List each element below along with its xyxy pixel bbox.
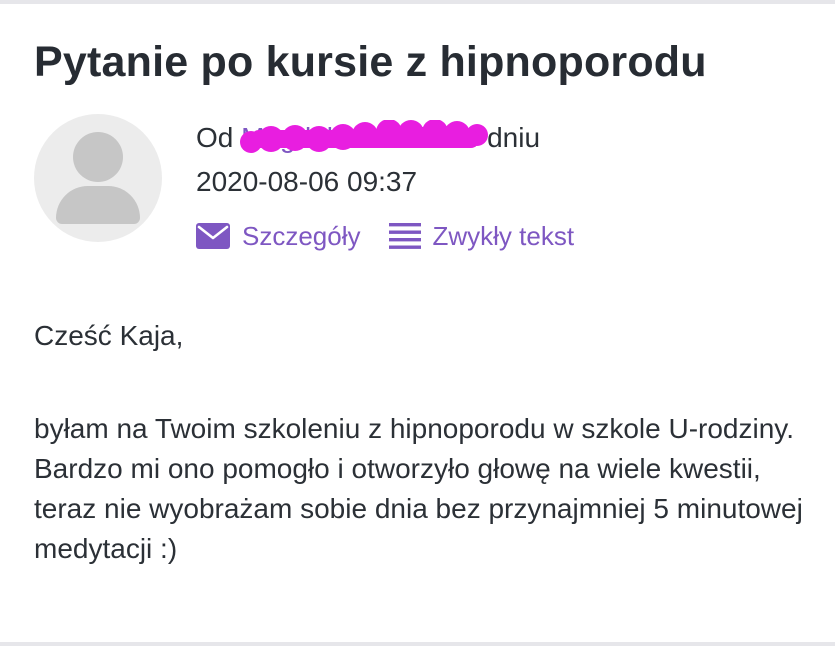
bottom-divider [0,642,835,646]
avatar-head [73,132,123,182]
sender-name: Magdalena Zaba [241,122,452,153]
email-body-paragraph: byłam na Twoim szkoleniu z hipnoporodu w… [34,413,803,564]
email-meta: Od Magdalena Zaba w dniu 2020-08-06 09:3… [196,116,540,204]
details-label: Szczegóły [242,220,361,251]
email-subject: Pytanie po kursie z hipnoporodu [34,38,707,86]
plaintext-button[interactable]: Zwykły tekst [388,220,575,252]
email-body: Cześć Kaja, byłam na Twoim szkoleniu z h… [34,316,814,569]
sender-avatar [34,114,162,242]
text-lines-icon [388,223,421,249]
email-greeting: Cześć Kaja, [34,320,184,351]
email-date: 2020-08-06 09:37 [196,166,418,197]
sender-name-link[interactable]: Magdalena Zaba [240,116,489,160]
avatar-shoulders [56,186,140,224]
envelope-icon [196,223,230,249]
details-button[interactable]: Szczegóły [196,221,361,252]
email-actions: Szczegóły Zwykły tekst [196,216,574,256]
plaintext-label: Zwykły tekst [432,220,575,251]
top-divider [0,0,835,4]
from-prefix: Od [196,122,234,153]
from-line: Od Magdalena Zaba w dniu [196,116,540,160]
from-suffix: w dniu [459,122,541,153]
